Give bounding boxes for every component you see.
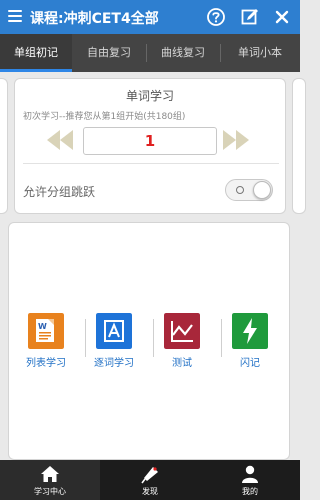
tab-curve-review[interactable]: 曲线复习: [146, 34, 220, 72]
help-icon[interactable]: [206, 7, 226, 27]
page-title: 课程:冲刺CET4全部: [30, 11, 159, 27]
allow-jump-label: 允许分组跳跃: [23, 185, 96, 199]
feature-label: 列表学习: [26, 358, 66, 369]
feature-label: 闪记: [240, 358, 260, 369]
toggle-knob: [253, 181, 271, 199]
group-number-field[interactable]: 1: [83, 127, 217, 155]
nav-profile[interactable]: 我的: [200, 460, 300, 500]
menu-icon[interactable]: [8, 10, 22, 22]
tab-label: 单词小本: [238, 46, 282, 59]
nav-label: 我的: [242, 487, 258, 496]
nav-discover[interactable]: 发现: [100, 460, 200, 500]
flash-icon: [232, 313, 268, 349]
tab-single-group[interactable]: 单组初记: [0, 34, 72, 72]
svg-text:W: W: [38, 322, 47, 331]
flash-memo-button[interactable]: 闪记: [222, 313, 278, 369]
test-icon: [164, 313, 200, 349]
study-description: 初次学习--推荐您从第1组开始(共180组): [23, 112, 186, 122]
discover-icon: [141, 467, 158, 484]
next-card-edge: [292, 78, 306, 214]
tab-label: 曲线复习: [161, 46, 205, 59]
card-title: 单词学习: [125, 89, 174, 103]
feature-label: 逐词学习: [94, 358, 134, 369]
list-study-button[interactable]: W 列表学习: [18, 313, 74, 369]
previous-group-icon[interactable]: [45, 128, 75, 152]
nav-label: 发现: [142, 487, 158, 496]
allow-jump-toggle[interactable]: [225, 179, 273, 201]
tab-label: 单组初记: [14, 46, 58, 59]
toggle-off-icon: [236, 186, 244, 194]
divider: [23, 163, 279, 164]
home-icon: [41, 466, 59, 482]
edit-icon[interactable]: [240, 7, 260, 27]
list-study-icon: W: [28, 313, 64, 349]
tab-active-indicator: [0, 69, 72, 72]
feature-label: 测试: [172, 358, 192, 369]
nav-label: 学习中心: [34, 487, 66, 496]
study-modes-card: W 列表学习 逐词学习 测试 闪记: [8, 222, 290, 460]
tab-bar: 单组初记 自由复习 曲线复习 单词小本: [0, 34, 300, 72]
previous-card-edge: [0, 78, 8, 214]
word-study-card: 单词学习 初次学习--推荐您从第1组开始(共180组) 1 允许分组跳跃: [14, 78, 286, 214]
tab-label: 自由复习: [87, 46, 131, 59]
header-bar: 课程:冲刺CET4全部: [0, 0, 300, 34]
nav-study-center[interactable]: 学习中心: [0, 460, 100, 500]
close-icon[interactable]: [272, 7, 292, 27]
bottom-nav: 学习中心 发现 我的: [0, 460, 300, 500]
tab-wordbook[interactable]: 单词小本: [220, 34, 300, 72]
tab-free-review[interactable]: 自由复习: [72, 34, 146, 72]
user-icon: [242, 465, 258, 483]
test-button[interactable]: 测试: [154, 313, 210, 369]
word-study-icon: [96, 313, 132, 349]
word-study-button[interactable]: 逐词学习: [86, 313, 142, 369]
next-group-icon[interactable]: [221, 128, 251, 152]
